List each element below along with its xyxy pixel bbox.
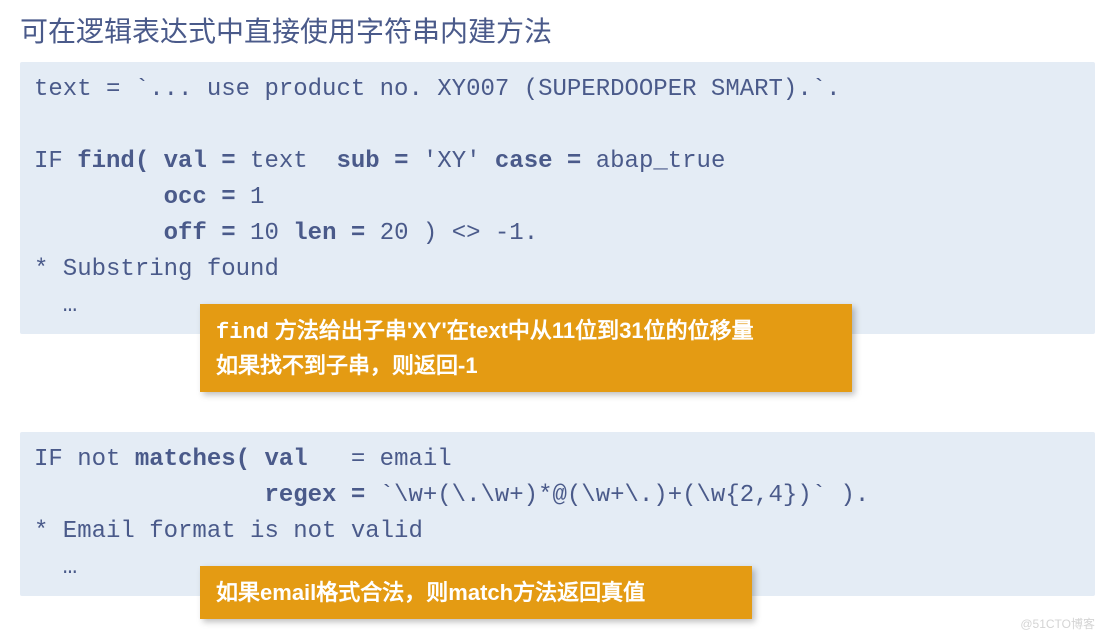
code-line: regex = `\w+(\.\w+)*@(\w+\.)+(\w{2,4})` …	[34, 482, 869, 509]
callout-find-explanation: find 方法给出子串'XY'在text中从11位到31位的位移量 如果找不到子…	[200, 304, 852, 392]
code-line: off = 10 len = 20 ) <> -1.	[34, 220, 538, 247]
code-line: * Email format is not valid	[34, 518, 423, 545]
code-line: …	[34, 292, 77, 319]
code-line: text = `... use product no. XY007 (SUPER…	[34, 76, 841, 103]
code-line: occ = 1	[34, 184, 264, 211]
code-line: …	[34, 554, 77, 581]
callout-line: 如果找不到子串，则返回-1	[216, 349, 836, 382]
callout-line: find 方法给出子串'XY'在text中从11位到31位的位移量	[216, 314, 836, 349]
watermark: @51CTO博客	[1020, 615, 1095, 632]
callout-line: 如果email格式合法，则match方法返回真值	[216, 576, 736, 609]
slide-heading: 可在逻辑表达式中直接使用字符串内建方法	[20, 10, 1095, 50]
code-line: IF not matches( val = email	[34, 446, 452, 473]
code-line: * Substring found	[34, 256, 279, 283]
code-line: IF find( val = text sub = 'XY' case = ab…	[34, 148, 725, 175]
code-example-find: text = `... use product no. XY007 (SUPER…	[20, 62, 1095, 334]
callout-matches-explanation: 如果email格式合法，则match方法返回真值	[200, 566, 752, 619]
